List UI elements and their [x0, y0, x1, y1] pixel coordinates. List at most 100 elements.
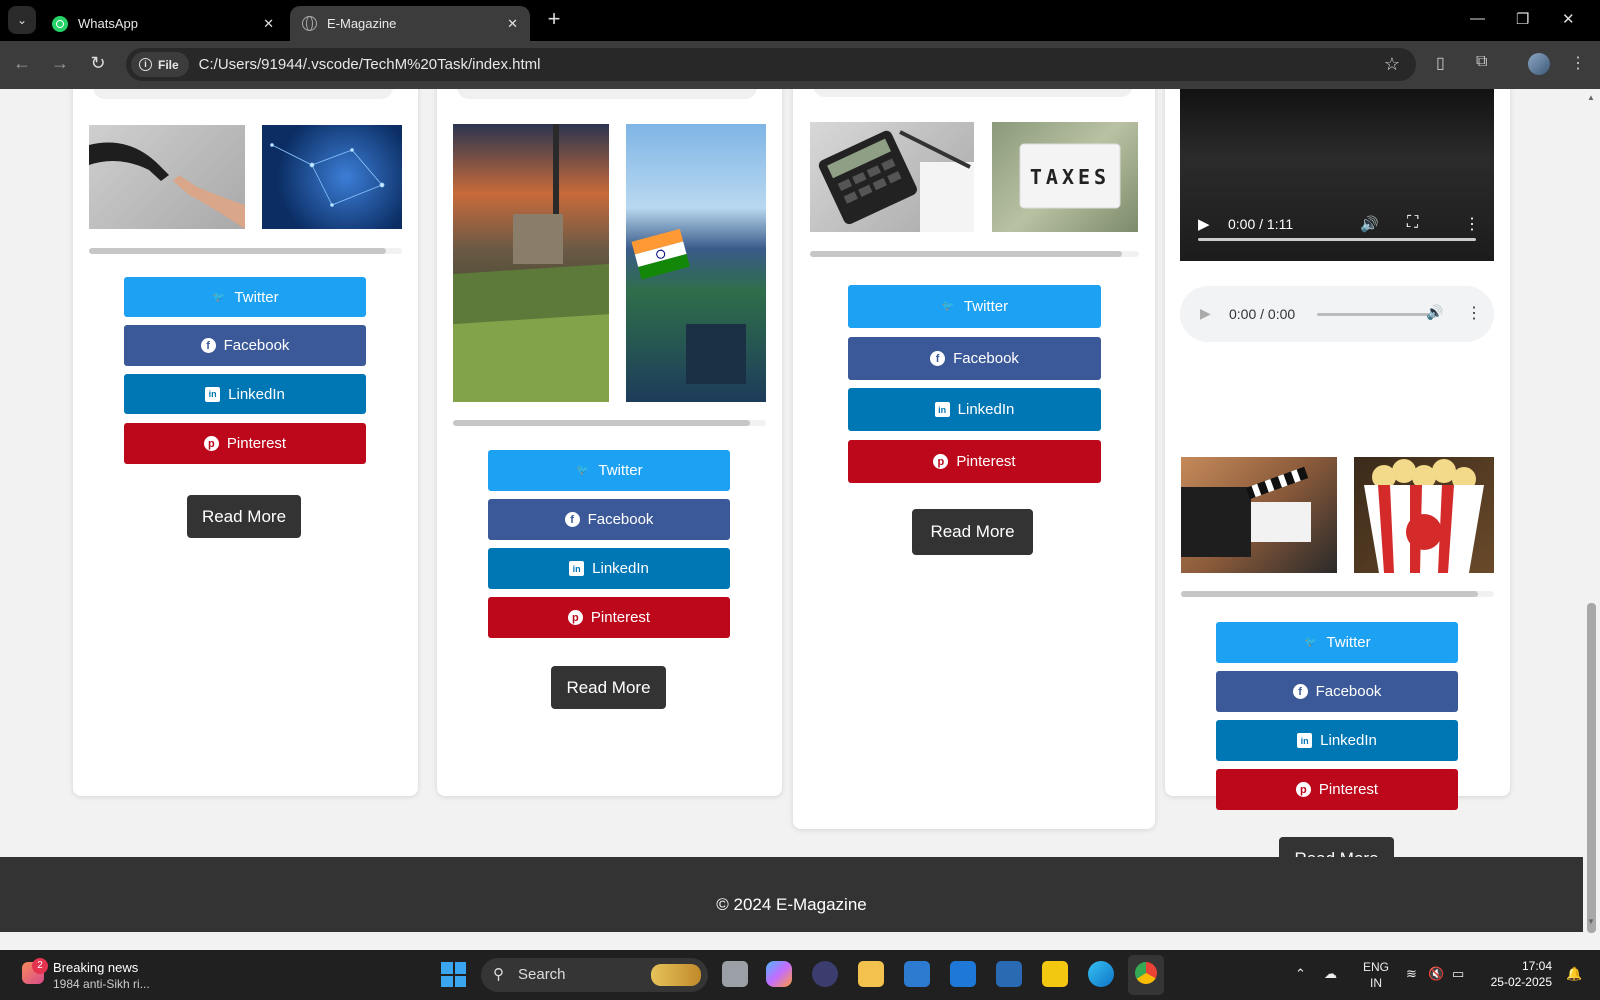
- wifi-icon[interactable]: ≋: [1406, 966, 1417, 982]
- twitter-share-button[interactable]: 🐦 Twitter: [488, 450, 730, 491]
- video-player[interactable]: ▶ 0:00 / 1:11 🔊 ⛶ ⋮: [1180, 89, 1494, 261]
- tab-search-button[interactable]: ⌄: [8, 6, 36, 34]
- taskbar-search[interactable]: ⚲ Search: [481, 958, 708, 992]
- linkedin-share-button[interactable]: in LinkedIn: [124, 374, 366, 414]
- button-label: Twitter: [963, 298, 1009, 315]
- pinterest-icon: p: [1295, 782, 1311, 797]
- back-icon[interactable]: ←: [10, 53, 34, 74]
- more-options-icon[interactable]: ⋮: [1466, 303, 1482, 323]
- minimize-icon[interactable]: —: [1470, 10, 1485, 27]
- image-scrollbar[interactable]: [810, 251, 1139, 257]
- menu-icon[interactable]: ⋮: [1570, 53, 1586, 73]
- vscode-icon[interactable]: [996, 961, 1022, 987]
- facebook-icon: f: [200, 338, 216, 353]
- address-bar[interactable]: i File C:/Users/91944/.vscode/TechM%20Ta…: [126, 48, 1416, 81]
- power-bi-icon[interactable]: [1042, 961, 1068, 987]
- read-more-button[interactable]: Read More: [912, 509, 1033, 555]
- linkedin-share-button[interactable]: in LinkedIn: [1216, 720, 1458, 761]
- read-more-button[interactable]: Read More: [187, 495, 301, 538]
- linkedin-share-button[interactable]: in LinkedIn: [848, 388, 1101, 431]
- show-hidden-icons[interactable]: ⌃: [1295, 966, 1306, 982]
- copilot-icon[interactable]: [766, 961, 792, 987]
- forward-icon[interactable]: →: [48, 53, 72, 74]
- tab-title: WhatsApp: [78, 16, 138, 31]
- windows-taskbar: 2 Breaking news 1984 anti-Sikh ri... ⚲ S…: [0, 950, 1600, 1000]
- button-label: LinkedIn: [592, 560, 649, 577]
- image-scrollbar[interactable]: [453, 420, 766, 426]
- microsoft-store-icon[interactable]: [904, 961, 930, 987]
- chrome-taskbar-slot[interactable]: [1128, 955, 1164, 995]
- button-label: Facebook: [1315, 683, 1382, 700]
- edge-icon[interactable]: [1088, 961, 1114, 987]
- system-clock[interactable]: 17:04 25-02-2025: [1486, 958, 1552, 990]
- audio-progress-bar[interactable]: [1317, 313, 1429, 316]
- page-footer: © 2024 E-Magazine: [0, 857, 1583, 932]
- scroll-down-icon[interactable]: ▼: [1587, 917, 1595, 926]
- reload-icon[interactable]: ↻: [86, 53, 110, 74]
- read-more-button[interactable]: Read More: [551, 666, 666, 709]
- onedrive-icon[interactable]: ☁: [1324, 966, 1337, 982]
- linkedin-share-button[interactable]: in LinkedIn: [488, 548, 730, 589]
- pinterest-share-button[interactable]: p Pinterest: [848, 440, 1101, 483]
- facebook-share-button[interactable]: f Facebook: [124, 325, 366, 366]
- language-indicator[interactable]: ENG IN: [1363, 959, 1389, 991]
- clock-time: 17:04: [1521, 959, 1552, 973]
- scrollbar-thumb[interactable]: [1587, 603, 1596, 933]
- play-icon[interactable]: ▶: [1198, 215, 1210, 233]
- twitter-icon: 🐦: [576, 465, 590, 476]
- new-tab-button[interactable]: +: [542, 8, 566, 32]
- svg-text:TAXES: TAXES: [1030, 165, 1110, 189]
- twitter-icon: 🐦: [212, 291, 226, 303]
- more-options-icon[interactable]: ⋮: [1464, 214, 1480, 234]
- site-info-chip[interactable]: i File: [131, 52, 189, 77]
- profile-avatar[interactable]: [1528, 53, 1550, 75]
- news-badge: 2: [32, 958, 48, 974]
- mute-icon[interactable]: 🔇: [1428, 966, 1444, 982]
- pinterest-share-button[interactable]: p Pinterest: [1216, 769, 1458, 810]
- button-label: LinkedIn: [957, 401, 1015, 418]
- volume-icon[interactable]: 🔊: [1360, 215, 1379, 233]
- card-top-edge: [813, 89, 1133, 97]
- scroll-up-icon[interactable]: ▲: [1587, 93, 1595, 102]
- article-card-1: 🐦 Twitter f Facebook in LinkedIn p Pinterest…: [73, 89, 418, 796]
- image-scrollbar[interactable]: [89, 248, 402, 254]
- facebook-share-button[interactable]: f Facebook: [1216, 671, 1458, 712]
- close-tab-icon[interactable]: ✕: [263, 16, 274, 32]
- notification-bell-icon[interactable]: 🔔: [1566, 966, 1582, 982]
- battery-icon[interactable]: ▭: [1452, 966, 1464, 982]
- start-windows-icon[interactable]: [441, 962, 466, 987]
- twitter-share-button[interactable]: 🐦 Twitter: [1216, 622, 1458, 663]
- twitter-share-button[interactable]: 🐦 Twitter: [848, 285, 1101, 328]
- mouse-extension-icon[interactable]: ▯: [1436, 53, 1445, 73]
- pinterest-share-button[interactable]: p Pinterest: [488, 597, 730, 638]
- bookmark-star-icon[interactable]: ☆: [1384, 54, 1400, 75]
- close-tab-icon[interactable]: ✕: [507, 16, 518, 32]
- facebook-icon: f: [1292, 684, 1308, 699]
- facebook-share-button[interactable]: f Facebook: [488, 499, 730, 540]
- twitter-icon: 🐦: [1304, 637, 1318, 648]
- news-title[interactable]: Breaking news: [53, 960, 138, 975]
- play-icon[interactable]: ▶: [1200, 305, 1211, 322]
- restore-icon[interactable]: ❐: [1516, 10, 1529, 28]
- image-scrollbar[interactable]: [1181, 591, 1494, 597]
- fullscreen-icon[interactable]: ⛶: [1407, 214, 1418, 232]
- globe-icon: [302, 16, 317, 31]
- news-subtitle[interactable]: 1984 anti-Sikh ri...: [53, 977, 150, 991]
- task-view-icon[interactable]: [722, 961, 748, 987]
- dropbox-icon[interactable]: [950, 961, 976, 987]
- facebook-share-button[interactable]: f Facebook: [848, 337, 1101, 380]
- file-explorer-icon[interactable]: [858, 961, 884, 987]
- eclipse-icon[interactable]: [812, 961, 838, 987]
- url-text[interactable]: C:/Users/91944/.vscode/TechM%20Task/inde…: [199, 56, 541, 73]
- tab-whatsapp[interactable]: WhatsApp ✕: [40, 6, 286, 41]
- volume-icon[interactable]: 🔊: [1426, 304, 1443, 321]
- close-window-icon[interactable]: ✕: [1562, 10, 1575, 28]
- pinterest-share-button[interactable]: p Pinterest: [124, 423, 366, 464]
- twitter-share-button[interactable]: 🐦 Twitter: [124, 277, 366, 317]
- extensions-icon[interactable]: ⧉: [1476, 53, 1487, 71]
- page-scrollbar[interactable]: ▲ ▼: [1583, 89, 1600, 933]
- audio-player[interactable]: ▶ 0:00 / 0:00 🔊 ⋮: [1180, 286, 1494, 342]
- tab-e-magazine[interactable]: E-Magazine ✕: [290, 6, 530, 41]
- button-label: Twitter: [598, 462, 643, 479]
- video-progress-bar[interactable]: [1198, 238, 1476, 241]
